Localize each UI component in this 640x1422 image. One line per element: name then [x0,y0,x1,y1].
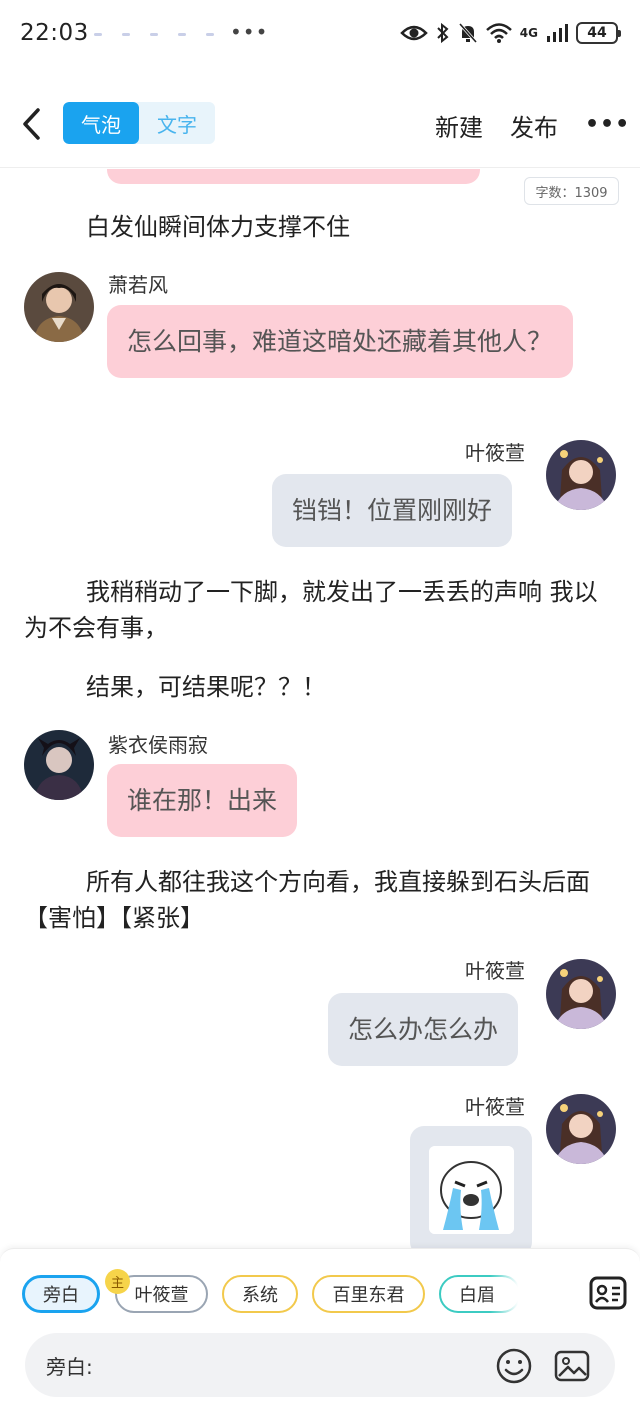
avatar[interactable] [546,959,616,1029]
message-bubble[interactable]: 怎么办怎么办 [328,993,519,1066]
image-icon[interactable] [553,1347,591,1385]
new-button[interactable]: 新建 [435,108,483,143]
wifi-icon [485,23,512,43]
sender-name: 萧若风 [108,273,168,297]
back-arrow-icon[interactable] [20,104,44,144]
message-bubble[interactable]: 铛铛！位置刚刚好 [272,474,513,547]
message-input[interactable] [105,1349,485,1381]
narration-text[interactable]: 白发仙瞬间体力支撑不住 [24,209,616,245]
sender-name: 叶筱萱 [465,959,525,983]
main-role-badge: 主 [105,1269,130,1294]
avatar[interactable] [546,1094,616,1164]
crying-sticker-image [429,1146,514,1234]
role-chip-system[interactable]: 系统 [222,1275,298,1313]
avatar[interactable] [24,730,94,800]
tab-bubble[interactable]: 气泡 [63,102,139,144]
narration-text[interactable]: 结果，可结果呢？？！ [24,669,616,705]
narration-text[interactable]: 所有人都往我这个方向看，我直接躲到石头后面【害怕】【紧张】 [24,864,616,936]
avatar[interactable] [24,272,94,342]
partial-bubble [107,169,480,184]
narration-text[interactable]: 我稍稍动了一下脚，就发出了一丢丢的声响 我以为不会有事， [24,574,616,646]
status-bar: 22:03 ••• 4G 44 [0,0,640,70]
sender-name: 叶筱萱 [465,441,525,465]
network-type: 4G [519,26,538,40]
status-time: 22:03 [20,20,89,46]
role-chip-narrator[interactable]: 旁白 [22,1275,100,1313]
avatar[interactable] [546,440,616,510]
notification-dots [94,33,214,36]
sender-name: 叶筱萱 [465,1095,525,1119]
mode-toggle: 气泡 文字 [63,102,215,144]
mute-bell-icon [458,23,477,43]
bluetooth-icon [437,22,449,44]
role-chip-bailidongjun[interactable]: 百里东君 [312,1275,425,1313]
sticker-bubble[interactable] [410,1126,532,1249]
word-count-badge: 字数：1309 [524,177,619,205]
message-input-bar[interactable]: 旁白: [25,1333,615,1397]
input-role-label: 旁白: [46,1355,93,1379]
emoji-icon[interactable] [495,1347,533,1385]
message-bubble[interactable]: 谁在那！出来 [107,764,298,837]
tab-text[interactable]: 文字 [139,102,215,144]
sender-name: 紫衣侯雨寂 [108,733,208,757]
role-input-panel: 旁白 叶筱萱 主 系统 百里东君 白眉 旁白: [0,1248,640,1422]
publish-button[interactable]: 发布 [510,108,558,143]
top-bar: 气泡 文字 新建 发布 ••• [0,80,640,168]
signal-icon [547,24,568,42]
chip-scroll-fade [490,1270,530,1316]
battery-icon: 44 [576,22,621,44]
status-icons: 4G 44 [400,22,621,44]
chat-area[interactable]: 字数：1309 白发仙瞬间体力支撑不住 萧若风 怎么回事，难道这暗处还藏着其他人… [0,169,640,1249]
status-overflow: ••• [230,20,269,44]
more-menu-button[interactable]: ••• [585,112,630,137]
character-list-icon[interactable] [588,1273,628,1313]
message-bubble[interactable]: 怎么回事，难道这暗处还藏着其他人？ [107,305,573,378]
eye-icon [400,25,428,41]
